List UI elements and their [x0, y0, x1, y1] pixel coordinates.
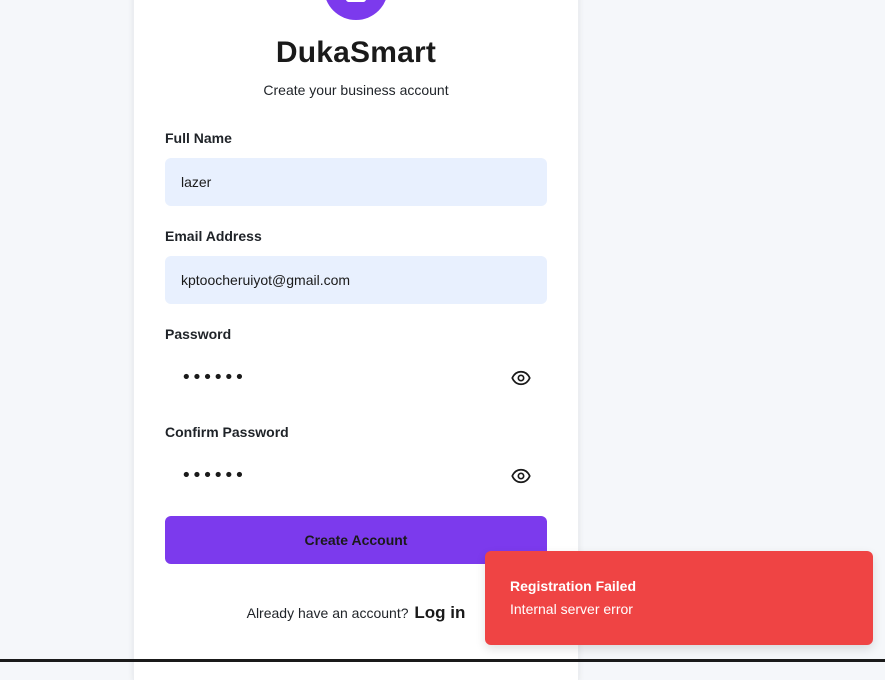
full-name-value: lazer — [181, 174, 212, 190]
login-link[interactable]: Log in — [414, 603, 465, 622]
email-label: Email Address — [165, 228, 262, 244]
error-toast[interactable]: Registration Failed Internal server erro… — [485, 551, 873, 645]
password-label: Password — [165, 326, 232, 342]
confirm-password-value: •••••• — [181, 465, 245, 486]
app-title: DukaSmart — [275, 36, 437, 69]
full-name-input[interactable]: lazer — [165, 158, 547, 206]
page-subtitle: Create your business account — [263, 82, 449, 98]
login-prompt-text: Already have an account? — [246, 605, 409, 621]
password-value: •••••• — [181, 367, 245, 388]
toast-message: Internal server error — [510, 601, 633, 617]
eye-icon[interactable] — [511, 368, 531, 388]
email-input[interactable]: kptoocheruiyot@gmail.com — [165, 256, 547, 304]
password-input[interactable]: •••••• — [165, 354, 547, 402]
eye-icon[interactable] — [511, 466, 531, 486]
toast-title: Registration Failed — [510, 578, 637, 594]
full-name-label: Full Name — [165, 130, 232, 146]
email-value: kptoocheruiyot@gmail.com — [181, 272, 351, 288]
store-glyph — [346, 0, 366, 2]
confirm-password-input[interactable]: •••••• — [165, 452, 547, 500]
confirm-password-label: Confirm Password — [165, 424, 289, 440]
